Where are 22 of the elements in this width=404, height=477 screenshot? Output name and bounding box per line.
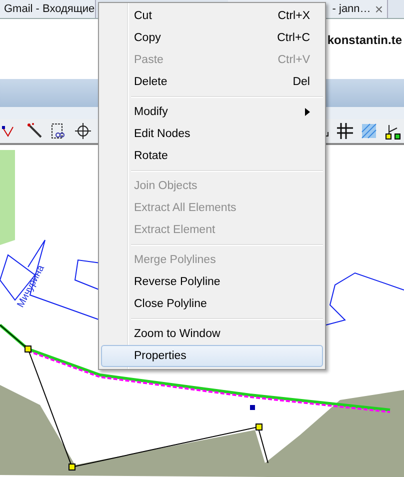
- submenu-arrow-icon: [305, 108, 310, 116]
- menu-item[interactable]: Close Polyline: [101, 293, 323, 315]
- magic-wand-icon[interactable]: [26, 122, 44, 140]
- shortcut-text: Del: [292, 76, 310, 88]
- grid-icon[interactable]: [336, 122, 354, 140]
- close-icon[interactable]: ×: [374, 1, 383, 17]
- nodes-icon[interactable]: [384, 122, 402, 140]
- menu-item[interactable]: Zoom to Window: [101, 323, 323, 345]
- menu-item[interactable]: Reverse Polyline: [101, 271, 323, 293]
- hatch-icon[interactable]: [360, 122, 378, 140]
- menu-item[interactable]: Delete Del: [101, 71, 323, 93]
- shortcut-text: Ctrl+C: [277, 32, 310, 44]
- menu-item[interactable]: Properties: [101, 345, 323, 367]
- menu-item[interactable]: Copy Ctrl+C: [101, 27, 323, 49]
- address-text: konstantin.te: [327, 33, 402, 47]
- menu-item[interactable]: Rotate: [101, 145, 323, 167]
- shortcut-text: Ctrl+V: [278, 54, 310, 66]
- menu-item[interactable]: Cut Ctrl+X: [101, 5, 323, 27]
- menu-item[interactable]: Modify: [101, 101, 323, 123]
- shortcut-text: Ctrl+X: [278, 10, 310, 22]
- browser-tab[interactable]: Gmail - Входящие: [0, 0, 96, 18]
- menu-item[interactable]: Edit Nodes: [101, 123, 323, 145]
